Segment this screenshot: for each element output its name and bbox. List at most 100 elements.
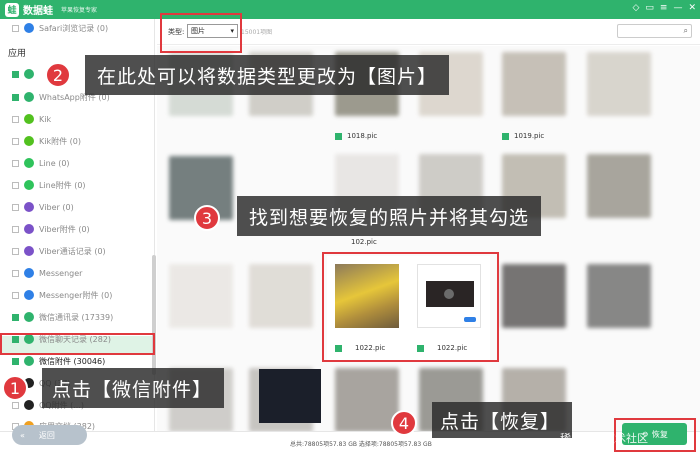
sidebar-checkbox[interactable] [12,24,19,32]
sidebar-checkbox[interactable] [12,181,19,189]
annotation-4: 点击【恢复】 [432,402,573,438]
sidebar-checkbox[interactable] [12,225,19,233]
photo-caption[interactable]: 1018.pic [335,132,377,140]
app-icon [24,180,34,190]
sidebar-item[interactable] [12,67,39,81]
sidebar-item-label: Viber通话记录 (0) [39,246,106,256]
photo-checkbox[interactable] [502,132,509,140]
photo-thumbnail[interactable] [249,264,313,328]
sidebar-item-label: Line附件 (0) [39,180,86,190]
photo-checkbox[interactable] [335,132,342,140]
close-icon[interactable]: ✕ [688,3,696,13]
sidebar-item-label: Messenger [39,268,83,278]
sidebar-item-label: 微信附件 (30046) [39,356,106,366]
sidebar-item[interactable]: Messenger [12,266,82,280]
annotation-badge-3: 3 [194,205,220,231]
night-photo-thumbnail[interactable] [259,369,321,423]
sidebar-item[interactable]: Kik [12,112,51,126]
sidebar-checkbox[interactable] [12,203,19,211]
window-controls: ◇ ▭ ≡ — ✕ [632,3,696,13]
sidebar-item[interactable]: Viber通话记录 (0) [12,244,106,258]
app-icon [24,268,34,278]
annotation-text: 在此处可以将数据类型更改为【图片】 [97,65,438,88]
item-count-note: 15001项图 [241,29,273,36]
chat-icon[interactable]: ▭ [645,3,654,13]
annotation-text: 找到想要恢复的照片并将其勾选 [249,206,530,229]
app-logo-icon: 蛙 [5,2,19,17]
title-bar: 蛙 数据蛙 苹果恢复专家 ◇ ▭ ≡ — ✕ [0,0,700,19]
sidebar-checkbox[interactable] [12,137,19,145]
highlight-box-type-select [160,13,242,53]
double-chevron-left-icon: « [20,430,25,440]
sidebar-item-label: Line (0) [39,158,70,168]
annotation-1: 点击【微信附件】 [42,368,225,408]
sidebar-checkbox[interactable] [12,93,19,101]
annotation-badge-1: 1 [2,375,28,401]
sidebar-item[interactable]: 微信附件 (30046) [12,354,105,368]
sidebar-item-label: Kik附件 (0) [39,136,81,146]
annotation-text: 点击【微信附件】 [52,378,213,401]
photo-thumbnail[interactable] [169,264,233,328]
app-icon [24,312,34,322]
photo-filename: 1018.pic [347,132,378,140]
highlight-box-wechat-attachments [0,333,155,355]
annotation-3: 找到想要恢复的照片并将其勾选 [237,196,542,236]
app-name: 数据蛙 [23,6,53,17]
photo-thumbnail[interactable] [587,52,651,116]
sidebar-checkbox[interactable] [12,291,19,299]
safari-icon [24,23,34,33]
sidebar-item[interactable]: Viber附件 (0) [12,222,90,236]
sidebar-item[interactable]: 微信通讯录 (17339) [12,310,113,324]
selection-stats: 总共:78805项57.83 GB 选择项:78805项57.83 GB [290,441,432,448]
highlight-box-selected-photos [322,252,499,362]
sidebar-checkbox[interactable] [12,247,19,255]
sidebar-item-safari[interactable]: Safari浏览记录 (0) [12,21,108,35]
back-button[interactable]: « 返回 [12,425,87,445]
photo-thumbnail[interactable] [502,264,566,328]
app-icon [24,136,34,146]
app-icon [24,202,34,212]
sidebar-checkbox[interactable] [12,357,19,365]
photo-caption[interactable]: 102.pic [351,238,377,246]
photo-grid: 1018.pic 1019.pic 102.pic 1022.pic 1022.… [157,46,700,431]
diamond-icon[interactable]: ◇ [632,3,639,13]
app-icon [24,290,34,300]
photo-thumbnail[interactable] [587,154,651,218]
sidebar-checkbox[interactable] [12,115,19,123]
sidebar-item-label: Viber (0) [39,202,74,212]
app-icon [24,158,34,168]
menu-icon[interactable]: ≡ [660,3,668,13]
sidebar-checkbox[interactable] [12,70,19,78]
sidebar-item-label: Messenger附件 (0) [39,290,113,300]
search-input[interactable]: ⌕ [617,24,692,38]
sidebar-item[interactable]: Line附件 (0) [12,178,86,192]
annotation-badge-2: 2 [45,62,71,88]
sidebar-item-label: Kik [39,114,52,124]
sidebar-item[interactable]: Line (0) [12,156,70,170]
photo-thumbnail[interactable] [587,264,651,328]
app-icon [24,114,34,124]
photo-thumbnail[interactable] [502,52,566,116]
sidebar-section-title: 应用 [8,49,27,59]
app-icon [24,246,34,256]
sidebar-item[interactable]: Kik附件 (0) [12,134,81,148]
photo-filename: 102.pic [351,238,377,246]
app-icon [24,224,34,234]
photo-caption[interactable]: 1019.pic [502,132,544,140]
sidebar-item[interactable]: Viber (0) [12,200,74,214]
app-icon [24,69,34,79]
app-icon [24,92,34,102]
annotation-text: 点击【恢复】 [440,410,561,433]
sidebar-checkbox[interactable] [12,269,19,277]
sidebar-item-label: Viber附件 (0) [39,224,90,234]
photo-filename: 1019.pic [514,132,545,140]
sidebar-item[interactable]: Messenger附件 (0) [12,288,112,302]
sidebar-checkbox[interactable] [12,159,19,167]
sidebar-checkbox[interactable] [12,401,19,409]
sidebar-item-label: Safari浏览记录 (0) [39,23,109,33]
sidebar-checkbox[interactable] [12,313,19,321]
back-button-label: 返回 [38,430,55,440]
minimize-icon[interactable]: — [673,3,682,13]
photo-thumbnail[interactable] [335,368,399,431]
sidebar-scrollbar[interactable] [152,255,156,375]
